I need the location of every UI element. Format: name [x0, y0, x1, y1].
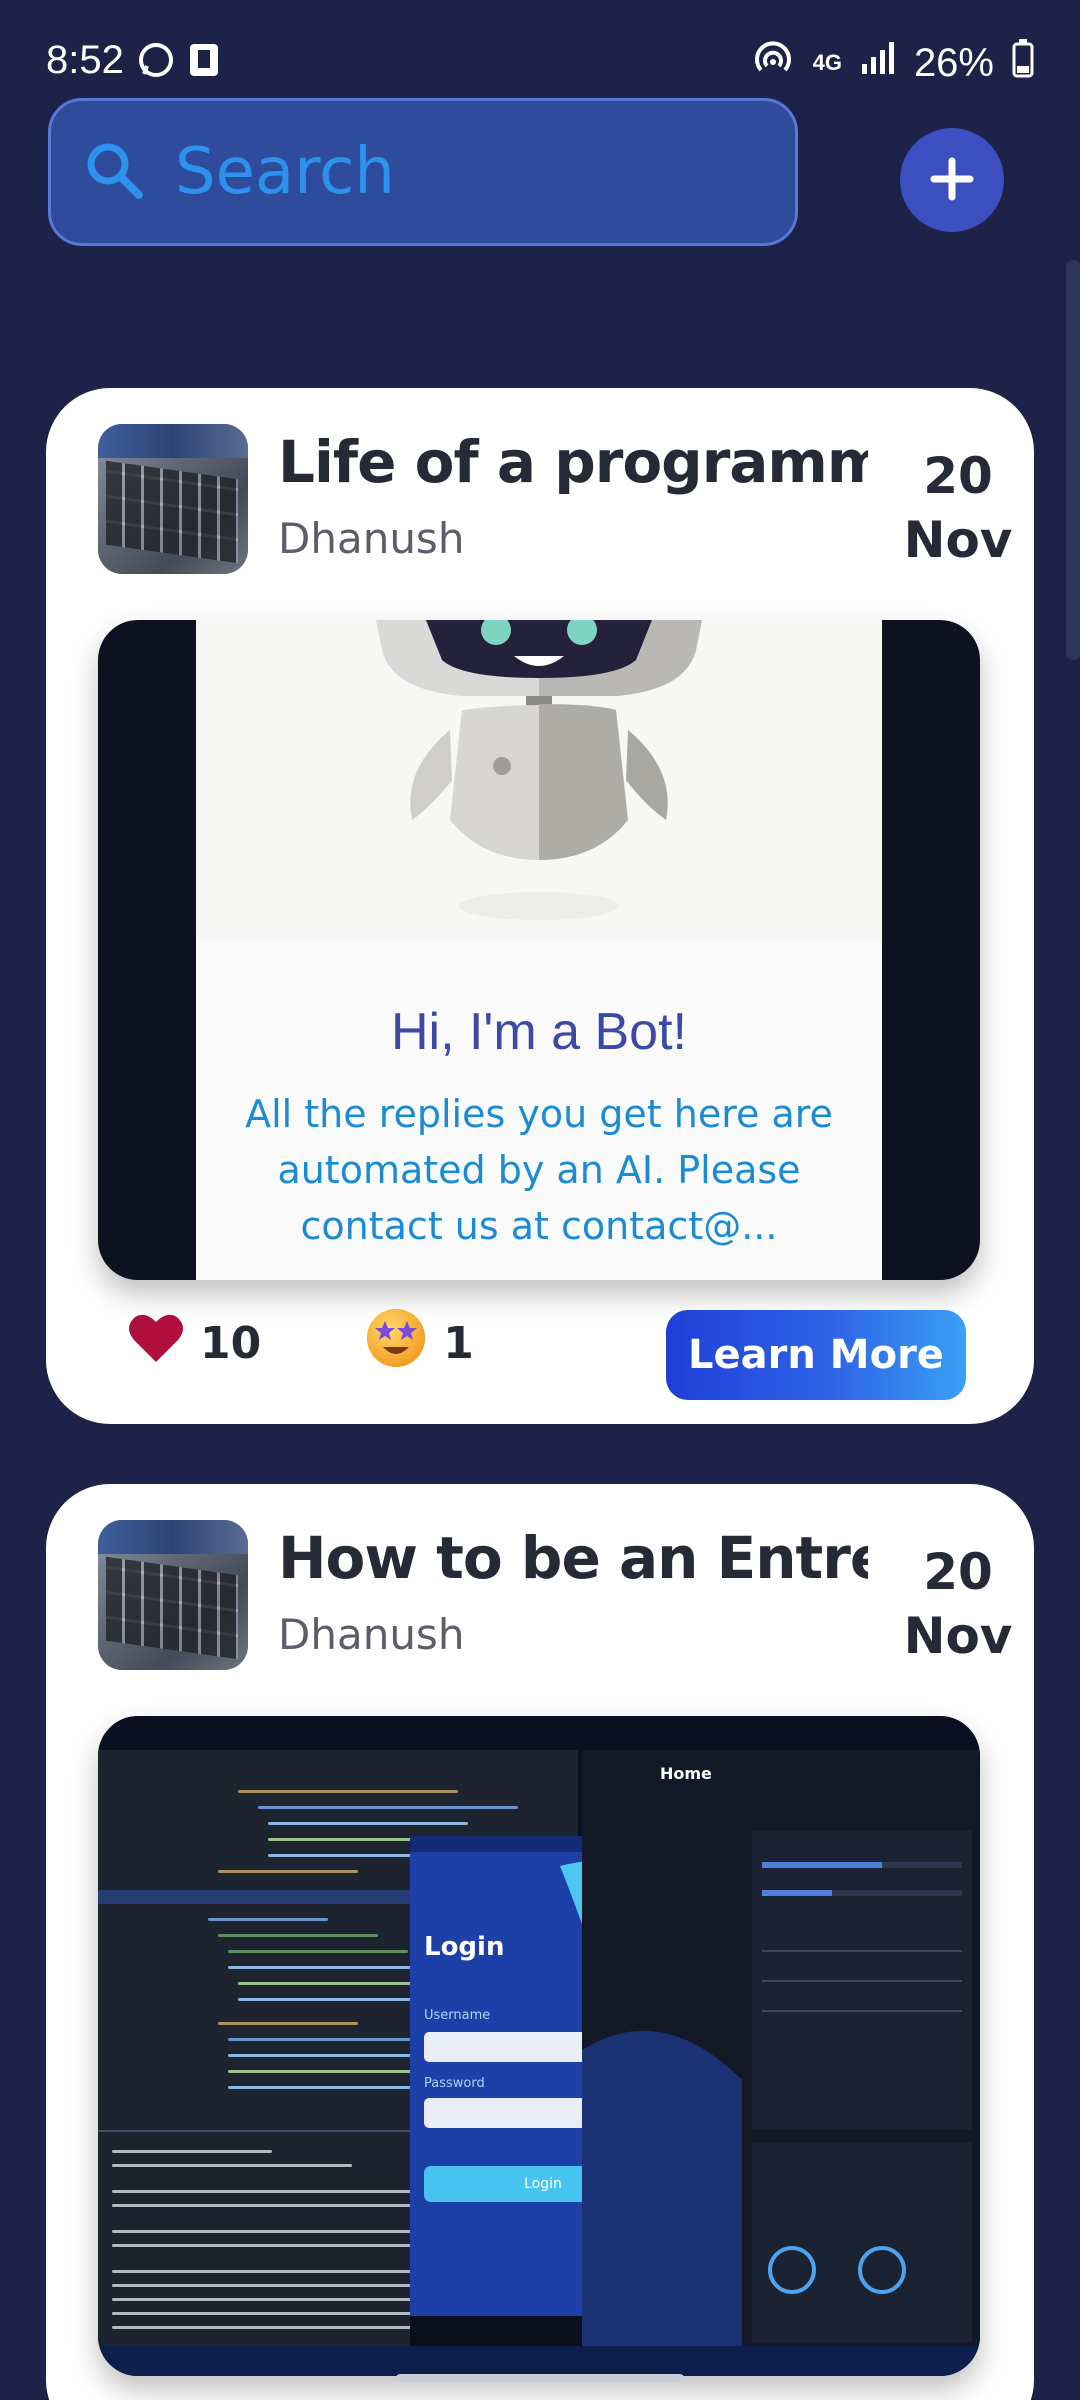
- bot-headline: Hi, I'm a Bot!: [390, 1003, 687, 1061]
- scrollbar[interactable]: [1066, 260, 1080, 660]
- desktop-screenshot: Login Username Password Login Home: [98, 1716, 980, 2376]
- username-label: Username: [424, 2008, 491, 2023]
- plus-icon: [928, 155, 976, 206]
- learn-more-button[interactable]: Learn More: [666, 1310, 966, 1400]
- search-bar[interactable]: [48, 98, 798, 246]
- add-post-button[interactable]: [900, 128, 1004, 232]
- post-thumbnail: [98, 1520, 248, 1670]
- taskbar: [98, 2346, 980, 2376]
- hotspot-icon: [751, 38, 795, 88]
- star-struck-emoji-icon: [365, 1307, 443, 1380]
- post-date-month: Nov: [903, 1607, 1013, 1665]
- search-icon: [81, 137, 147, 207]
- like-count: 10: [200, 1317, 262, 1369]
- login-title: Login: [424, 1932, 505, 1962]
- status-time: 8:52: [46, 38, 124, 82]
- search-input[interactable]: [175, 135, 735, 209]
- post-image[interactable]: Hi, I'm a Bot! All the replies you get h…: [98, 620, 980, 1280]
- post-title: Life of a programmer: [278, 428, 868, 496]
- signal-icon: [860, 40, 896, 86]
- robot-illustration: [196, 620, 882, 940]
- bot-screenshot: Hi, I'm a Bot! All the replies you get h…: [196, 620, 882, 1280]
- star-reaction-count: 1: [443, 1317, 474, 1369]
- like-reaction[interactable]: 10: [128, 1312, 261, 1375]
- status-bar: 8:52 4G 26%: [0, 0, 1080, 88]
- battery-level: 26%: [913, 40, 994, 85]
- post-author: Dhanush: [278, 1610, 465, 1659]
- post-image[interactable]: Login Username Password Login Home: [98, 1716, 980, 2376]
- post-date-month: Nov: [903, 511, 1013, 569]
- post-title: How to be an Entrepreneur: [278, 1524, 868, 1592]
- post-date: 20 Nov: [858, 444, 1058, 572]
- post-date-day: 20: [923, 1543, 993, 1601]
- reactions-bar: 10 1: [98, 1298, 698, 1388]
- whatsapp-icon: [136, 40, 176, 85]
- post-date-day: 20: [923, 447, 993, 505]
- system-monitor-panel: Home: [582, 1750, 980, 2346]
- home-label: Home: [660, 1764, 712, 1783]
- post-date: 20 Nov: [858, 1540, 1058, 1668]
- status-indicators: 4G 26%: [751, 38, 1034, 88]
- post-card[interactable]: Life of a programmer Dhanush 20 Nov: [46, 388, 1034, 1424]
- post-card[interactable]: How to be an Entrepreneur Dhanush 20 Nov: [46, 1484, 1034, 2400]
- password-label: Password: [424, 2076, 485, 2091]
- battery-icon: [1012, 38, 1034, 88]
- sim-card-icon: [184, 40, 224, 85]
- post-thumbnail: [98, 424, 248, 574]
- gesture-bar[interactable]: [396, 2374, 684, 2382]
- post-author: Dhanush: [278, 514, 465, 563]
- bot-description: All the replies you get here are automat…: [245, 1092, 833, 1248]
- heart-icon: [128, 1312, 200, 1375]
- network-type: 4G: [812, 50, 842, 75]
- star-eyes-reaction[interactable]: 1: [365, 1307, 474, 1380]
